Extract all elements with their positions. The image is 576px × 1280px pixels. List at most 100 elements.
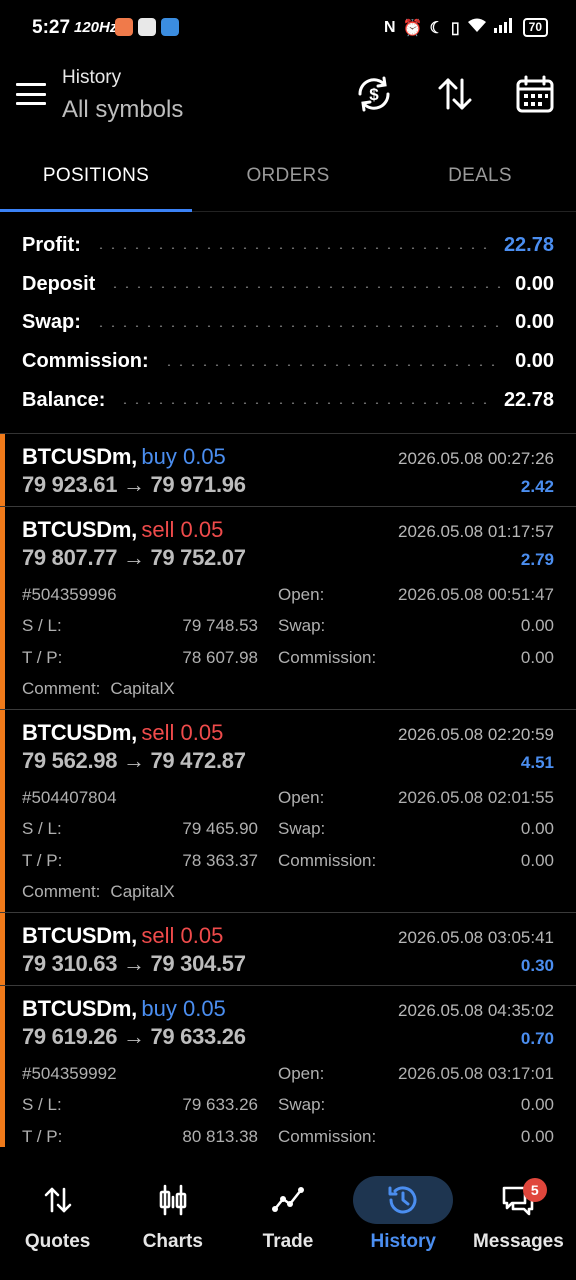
position-marker xyxy=(0,507,5,709)
position-side: buy 0.05 xyxy=(141,444,226,469)
summary-label: Swap: xyxy=(22,311,81,334)
app-icon-white xyxy=(138,18,156,36)
positions-list[interactable]: BTCUSDm, buy 0.05 2026.05.08 00:27:26 79… xyxy=(0,433,576,1147)
nav-messages[interactable]: 5 Messages xyxy=(461,1160,576,1280)
position-profit: 0.30 xyxy=(520,956,554,975)
position-close-time: 2026.05.08 02:20:59 xyxy=(398,725,554,744)
currency-sync-icon[interactable]: $ xyxy=(354,74,394,114)
tab-positions[interactable]: POSITIONS xyxy=(0,140,192,212)
open-time: 2026.05.08 02:01:55 xyxy=(398,787,554,807)
summary-deposit: Deposit 0.00 xyxy=(22,265,554,304)
sl-value: 79 748.53 xyxy=(182,616,258,636)
app-icon-blue xyxy=(161,18,179,36)
nav-label: Charts xyxy=(142,1231,203,1252)
open-label: Open: xyxy=(278,1063,325,1083)
summary-label: Commission: xyxy=(22,350,149,373)
moon-icon: ☾ xyxy=(429,19,444,37)
tab-orders[interactable]: ORDERS xyxy=(192,140,384,211)
tp-label: T / P: xyxy=(22,1126,63,1146)
position-prices: 79 619.26 → 79 633.26 xyxy=(22,1024,246,1049)
dotted-leader xyxy=(162,363,502,366)
menu-icon[interactable] xyxy=(16,83,46,105)
ticket-number: #504359996 xyxy=(22,584,117,604)
sl-value: 79 465.90 xyxy=(182,819,258,839)
summary-value: 0.00 xyxy=(515,272,554,295)
tp-label: T / P: xyxy=(22,647,63,667)
commission-label: Commission: xyxy=(278,850,377,870)
summary-value: 0.00 xyxy=(515,311,554,334)
swap-label: Swap: xyxy=(278,819,326,839)
open-label: Open: xyxy=(278,787,325,807)
tp-value: 78 607.98 xyxy=(182,647,258,667)
position-details: #504359996 . Open: 2026.05.08 00:51:47 S… xyxy=(22,579,554,709)
position-prices: 79 562.98 → 79 472.87 xyxy=(22,748,246,773)
commission-label: Commission: xyxy=(278,1126,377,1146)
nav-label: Quotes xyxy=(24,1231,91,1252)
position-marker xyxy=(0,434,5,506)
position-prices: 79 807.77 → 79 752.07 xyxy=(22,545,246,570)
position-item[interactable]: BTCUSDm, sell 0.05 2026.05.08 01:17:57 7… xyxy=(0,507,576,710)
bottom-nav: Quotes Charts Trade History 5 Messages xyxy=(0,1160,576,1280)
position-item[interactable]: BTCUSDm, buy 0.05 2026.05.08 04:35:02 79… xyxy=(0,986,576,1147)
dotted-leader xyxy=(109,286,502,289)
dotted-leader xyxy=(119,402,490,405)
ticket-number: #504359992 xyxy=(22,1063,117,1083)
position-item[interactable]: BTCUSDm, buy 0.05 2026.05.08 00:27:26 79… xyxy=(0,434,576,507)
messages-badge: 5 xyxy=(522,1178,547,1202)
status-time: 5:27 xyxy=(32,17,71,38)
position-symbol: BTCUSDm, xyxy=(22,517,137,542)
comment-label: Comment: xyxy=(22,679,101,699)
position-marker xyxy=(0,710,5,912)
position-symbol: BTCUSDm, xyxy=(22,923,137,948)
app-icon-orange xyxy=(115,18,133,36)
open-time: 2026.05.08 00:51:47 xyxy=(398,584,554,604)
summary-value: 22.78 xyxy=(503,233,554,256)
commission-label: Commission: xyxy=(278,647,377,667)
position-item[interactable]: BTCUSDm, sell 0.05 2026.05.08 02:20:59 7… xyxy=(0,710,576,913)
position-close-time: 2026.05.08 03:05:41 xyxy=(398,928,554,947)
dotted-leader xyxy=(94,247,490,250)
swap-value: 0.00 xyxy=(520,1095,554,1115)
tab-deals[interactable]: DEALS xyxy=(384,140,576,211)
calendar-icon[interactable] xyxy=(515,74,555,114)
comment-value: CapitalX xyxy=(110,679,175,699)
signal-icon xyxy=(493,17,516,38)
symbol-filter[interactable]: All symbols xyxy=(62,96,183,124)
nav-label: Trade xyxy=(262,1231,314,1252)
trade-icon xyxy=(238,1176,338,1224)
position-symbol: BTCUSDm, xyxy=(22,720,137,745)
system-icons: N ⏰ ☾ ▯ 70 xyxy=(384,17,548,38)
nav-charts[interactable]: Charts xyxy=(115,1160,230,1280)
position-item[interactable]: BTCUSDm, sell 0.05 2026.05.08 03:05:41 7… xyxy=(0,913,576,986)
swap-label: Swap: xyxy=(278,616,326,636)
battery-icon: 70 xyxy=(522,18,548,37)
swap-value: 0.00 xyxy=(520,616,554,636)
tp-value: 80 813.38 xyxy=(182,1126,258,1146)
position-marker xyxy=(0,986,5,1147)
sort-icon[interactable] xyxy=(435,74,475,114)
nav-history[interactable]: History xyxy=(346,1160,461,1280)
position-details: #504359992 . Open: 2026.05.08 03:17:01 S… xyxy=(22,1058,554,1147)
nav-quotes[interactable]: Quotes xyxy=(0,1160,115,1280)
summary-label: Deposit xyxy=(22,272,96,295)
position-close-time: 2026.05.08 04:35:02 xyxy=(398,1001,554,1020)
commission-value: 0.00 xyxy=(520,850,554,870)
page-title: History xyxy=(62,67,122,88)
quotes-icon xyxy=(8,1176,108,1224)
summary-value: 0.00 xyxy=(515,350,554,373)
summary-profit: Profit: 22.78 xyxy=(22,226,554,265)
summary-balance: Balance: 22.78 xyxy=(22,381,554,420)
position-side: sell 0.05 xyxy=(141,923,224,948)
summary-swap: Swap: 0.00 xyxy=(22,304,554,343)
summary-commission: Commission: 0.00 xyxy=(22,342,554,381)
nav-trade[interactable]: Trade xyxy=(230,1160,345,1280)
nav-label: Messages xyxy=(472,1231,564,1252)
position-side: buy 0.05 xyxy=(141,996,226,1021)
summary-label: Balance: xyxy=(22,388,106,411)
open-time: 2026.05.08 03:17:01 xyxy=(398,1063,554,1083)
sl-label: S / L: xyxy=(22,616,62,636)
tab-bar: POSITIONS ORDERS DEALS xyxy=(0,140,576,212)
summary-value: 22.78 xyxy=(503,388,554,411)
swap-label: Swap: xyxy=(278,1095,326,1115)
commission-value: 0.00 xyxy=(520,1126,554,1146)
